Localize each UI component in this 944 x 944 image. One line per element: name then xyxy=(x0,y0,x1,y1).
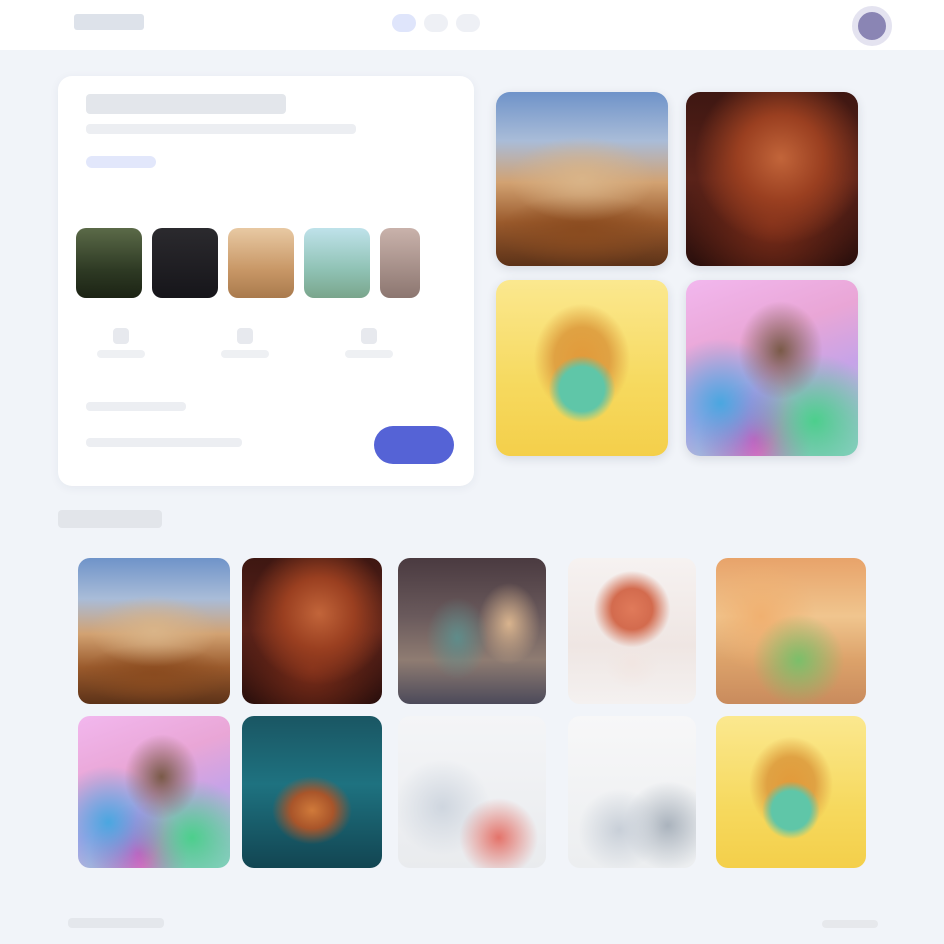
style-chip-warm[interactable] xyxy=(228,228,294,298)
featured-lion-portrait-image[interactable] xyxy=(686,92,858,266)
gallery-colorful-collage-image[interactable] xyxy=(78,716,230,868)
gallery-machine-scene-image[interactable] xyxy=(398,558,546,704)
gallery-title xyxy=(58,510,162,528)
top-bar xyxy=(0,0,944,50)
option-1-icon xyxy=(113,328,129,344)
option-1[interactable] xyxy=(90,328,152,358)
style-chips xyxy=(76,228,420,298)
featured-toy-figure-image[interactable] xyxy=(496,280,668,456)
nav-item-2[interactable] xyxy=(424,14,448,32)
create-panel xyxy=(58,76,474,486)
panel-link[interactable] xyxy=(86,156,156,168)
gallery-sketch-scene-image[interactable] xyxy=(398,716,546,868)
generate-button[interactable] xyxy=(374,426,454,464)
style-chip-forest[interactable] xyxy=(76,228,142,298)
gallery-toy-figure-image[interactable] xyxy=(716,716,866,868)
brand-logo[interactable] xyxy=(74,14,144,30)
nav-item-1[interactable] xyxy=(392,14,416,32)
gallery-mountain-village-image[interactable] xyxy=(78,558,230,704)
option-3-label xyxy=(345,350,393,358)
option-2-label xyxy=(221,350,269,358)
panel-subtitle xyxy=(86,124,356,134)
featured-colorful-collage-image[interactable] xyxy=(686,280,858,456)
option-2-icon xyxy=(237,328,253,344)
option-1-label xyxy=(97,350,145,358)
footer-link[interactable] xyxy=(822,920,878,928)
nav-item-3[interactable] xyxy=(456,14,480,32)
option-3-icon xyxy=(361,328,377,344)
gallery-aquarium-fish-image[interactable] xyxy=(242,716,382,868)
panel-title xyxy=(86,94,286,114)
style-chip-landscape[interactable] xyxy=(304,228,370,298)
panel-note-2 xyxy=(86,438,242,447)
gallery-lion-portrait-image[interactable] xyxy=(242,558,382,704)
gallery-market-scene-image[interactable] xyxy=(716,558,866,704)
main-nav xyxy=(392,14,480,32)
featured-mountain-village-image[interactable] xyxy=(496,92,668,266)
gallery-portrait-figure-image[interactable] xyxy=(568,558,696,704)
user-avatar-icon[interactable] xyxy=(852,6,892,46)
option-2[interactable] xyxy=(214,328,276,358)
footer-text xyxy=(68,918,164,928)
option-row xyxy=(90,328,400,358)
gallery-draft-scene-image[interactable] xyxy=(568,716,696,868)
option-3[interactable] xyxy=(338,328,400,358)
style-chip-dark[interactable] xyxy=(152,228,218,298)
style-chip-portrait[interactable] xyxy=(380,228,420,298)
panel-note-1 xyxy=(86,402,186,411)
